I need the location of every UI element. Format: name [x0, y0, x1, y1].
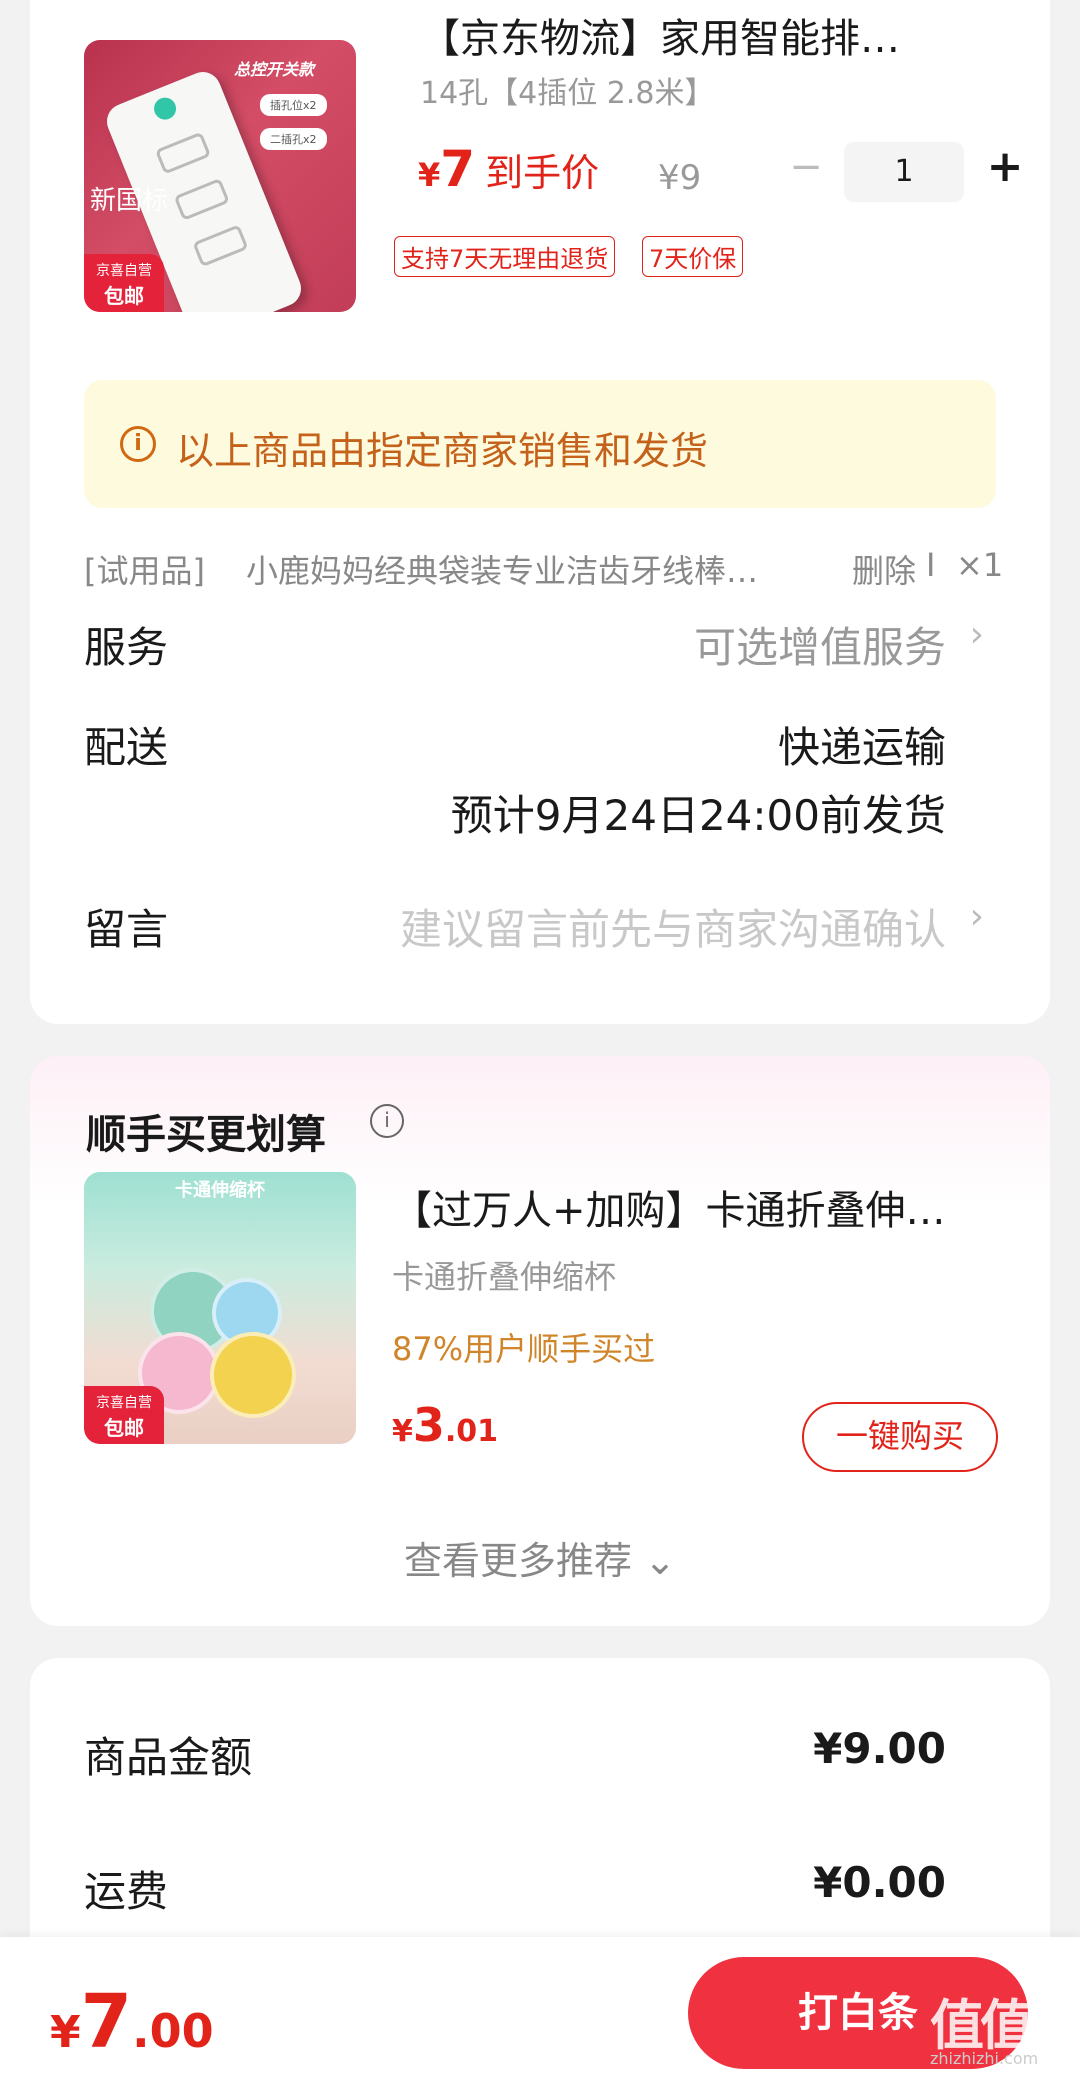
total-price: ¥7.00: [50, 1979, 214, 2065]
seller-notice: i 以上商品由指定商家销售和发货: [84, 380, 996, 508]
original-price: ¥9: [658, 158, 702, 198]
service-label: 服务: [84, 623, 169, 672]
message-label: 留言: [84, 905, 169, 954]
jd-self-operated-badge: 京喜自营 包邮: [84, 1386, 164, 1444]
quantity-input[interactable]: 1: [844, 142, 964, 202]
recommend-product-subtitle: 卡通折叠伸缩杯: [392, 1258, 617, 1296]
chevron-right-icon[interactable]: ›: [970, 896, 984, 937]
trial-separator: I: [926, 546, 936, 584]
message-input[interactable]: 建议留言前先与商家沟通确认: [400, 896, 946, 957]
trial-item-row: [试用品] 小鹿妈妈经典袋装专业洁齿牙线棒… 删除 I ×1: [84, 546, 1003, 596]
quantity-plus-button[interactable]: +: [980, 144, 1030, 194]
quantity-minus-button[interactable]: −: [786, 144, 826, 194]
freight-label: 运费: [84, 1867, 169, 1916]
service-value[interactable]: 可选增值服务: [694, 614, 946, 675]
chevron-right-icon[interactable]: ›: [970, 614, 984, 655]
watermark-url: zhizhizhi.com: [930, 2049, 1039, 2068]
checkout-bar: ¥7.00 打白条 值值值 zhizhizhi.com: [0, 1937, 1080, 2087]
recommend-price: ¥3.01: [392, 1398, 499, 1452]
image-pill: 二插孔x2: [260, 128, 327, 150]
one-click-buy-button[interactable]: 一键购买: [802, 1402, 998, 1472]
shipping-label: 配送: [84, 723, 169, 772]
image-standard-label: 新国标: [90, 186, 169, 216]
final-price: ¥7 到手价: [418, 140, 600, 198]
shipping-eta: 预计9月24日24:00前发货: [450, 791, 946, 840]
image-caption: 总控开关款: [234, 60, 315, 79]
info-icon[interactable]: i: [370, 1104, 404, 1138]
goods-amount-value: ¥9.00: [813, 1724, 946, 1773]
power-strip-product-image[interactable]: 总控开关款 插孔位x2 二插孔x2 新国标 京喜自营 包邮: [84, 40, 356, 312]
recommend-title: 顺手买更划算: [86, 1112, 326, 1158]
price-protect-tag: 7天价保: [642, 236, 744, 277]
shipping-method: 快递运输: [777, 723, 946, 772]
recommend-product-title[interactable]: 【过万人+加购】卡通折叠伸…: [392, 1178, 1002, 1236]
product-title[interactable]: 【京东物流】家用智能排…: [420, 6, 1020, 64]
goods-amount-label: 商品金额: [84, 1733, 253, 1782]
jd-self-operated-badge: 京喜自营 包邮: [84, 254, 164, 312]
seller-notice-text: 以上商品由指定商家销售和发货: [176, 429, 709, 473]
trial-item-name[interactable]: 小鹿妈妈经典袋装专业洁齿牙线棒…: [246, 546, 836, 592]
recommend-card: 顺手买更划算 i 卡通伸缩杯 京喜自营 包邮 【过万人+加购】卡通折叠伸… 卡通…: [30, 1056, 1050, 1626]
product-spec[interactable]: 14孔【4插位 2.8米】: [420, 68, 715, 112]
more-recommendations-link[interactable]: 查看更多推荐 ⌄: [30, 1530, 1050, 1585]
cup-product-image[interactable]: 卡通伸缩杯 京喜自营 包邮: [84, 1172, 356, 1444]
trial-count: ×1: [956, 546, 1004, 584]
freight-value: ¥0.00: [813, 1858, 946, 1907]
order-item-card: 总控开关款 插孔位x2 二插孔x2 新国标 京喜自营 包邮 【京东物流】家用智能…: [30, 0, 1050, 1024]
image-pill: 插孔位x2: [260, 94, 327, 116]
social-proof-text: 87%用户顺手买过: [392, 1330, 656, 1368]
info-icon: i: [120, 426, 156, 462]
trial-label: [试用品]: [84, 552, 205, 590]
return-policy-tag: 支持7天无理由退货: [394, 236, 616, 277]
image-caption: 卡通伸缩杯: [175, 1180, 265, 1201]
trial-delete-button[interactable]: 删除: [852, 546, 916, 592]
